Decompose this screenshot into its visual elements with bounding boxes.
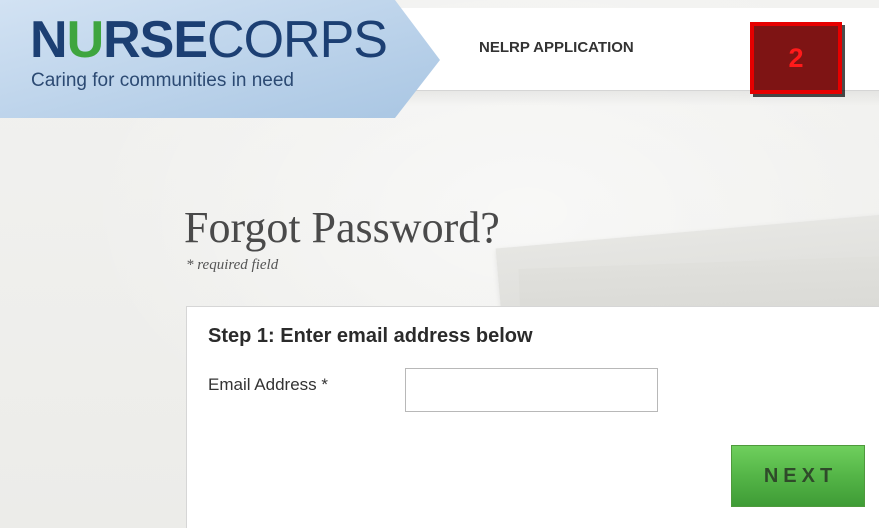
forgot-password-form: Step 1: Enter email address below Email … <box>186 306 879 528</box>
logo-title: NURSECORPS <box>30 11 388 69</box>
logo-tagline: Caring for communities in need <box>31 70 294 91</box>
logo-title-n: N <box>30 11 68 69</box>
required-field-note: * required field <box>186 257 279 273</box>
logo[interactable]: NURSECORPS Caring for communities in nee… <box>0 0 440 118</box>
logo-mark-icon: U <box>66 11 105 69</box>
step-heading: Step 1: Enter email address below <box>208 325 533 347</box>
logo-title-corps: CORPS <box>207 11 388 69</box>
step-number-badge: 2 <box>750 22 842 94</box>
logo-title-rse: RSE <box>103 11 208 69</box>
next-button[interactable]: NEXT <box>731 445 865 507</box>
nav-link-nelrp-application[interactable]: NELRP APPLICATION <box>479 39 634 56</box>
email-input[interactable] <box>405 368 658 412</box>
email-label: Email Address * <box>208 375 328 394</box>
step-number-text: 2 <box>788 42 804 73</box>
page-title: Forgot Password? <box>184 203 500 252</box>
